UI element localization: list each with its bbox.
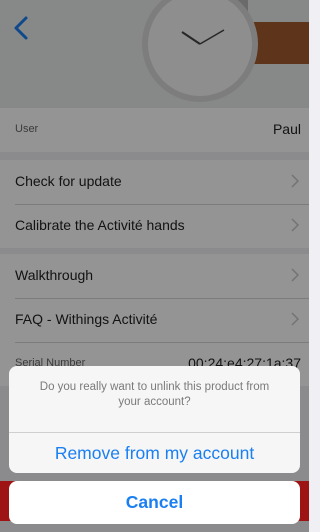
remove-from-account-button[interactable]: Remove from my account: [9, 433, 300, 473]
device-settings-screen: User Paul Check for update Calibrate the…: [0, 0, 309, 532]
cancel-button[interactable]: Cancel: [9, 481, 300, 524]
action-sheet: Do you really want to unlink this produc…: [9, 366, 300, 473]
action-sheet-message: Do you really want to unlink this produc…: [39, 381, 270, 408]
